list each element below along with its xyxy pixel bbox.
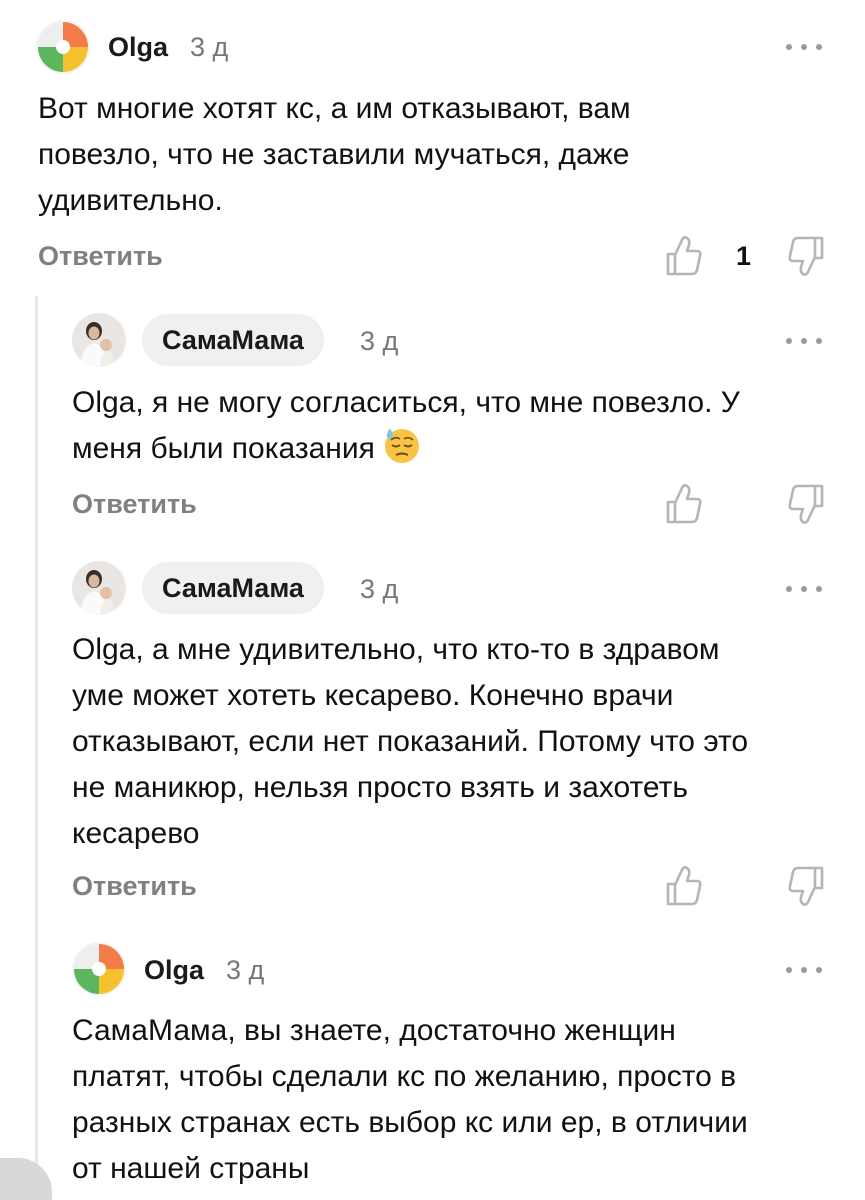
comment-author[interactable]: СамаМама bbox=[142, 314, 324, 366]
comment-date: 3 д bbox=[190, 32, 229, 62]
samamama-avatar-icon[interactable] bbox=[72, 561, 126, 615]
comment-text: Olga, а мне удивительно, что кто-то в зд… bbox=[72, 627, 842, 857]
thumbs-down-icon[interactable] bbox=[786, 234, 826, 278]
thumbs-down-icon[interactable] bbox=[786, 864, 826, 908]
thumbs-up-icon[interactable] bbox=[664, 234, 704, 278]
comment-text-line: отказывают, если нет показаний. Потому ч… bbox=[72, 725, 749, 758]
comment-text-segment: меня были показания bbox=[72, 432, 375, 465]
comment-date: 3 д bbox=[360, 326, 399, 356]
scroll-overlay-corner bbox=[0, 1158, 52, 1200]
thumbs-up-icon[interactable] bbox=[664, 482, 704, 526]
reply-button[interactable]: Ответить bbox=[72, 489, 197, 520]
olga-avatar-icon[interactable] bbox=[36, 20, 90, 74]
comment-text-line: удивительно. bbox=[38, 184, 223, 217]
thumbs-up-icon[interactable] bbox=[664, 864, 704, 908]
thumbs-down-icon[interactable] bbox=[786, 482, 826, 526]
comment-text: Olga, я не могу согласиться, что мне пов… bbox=[72, 380, 842, 472]
comment-text-line: Вот многие хотят кс, а им отказывают, ва… bbox=[38, 92, 631, 125]
comment-text-line: не маникюр, нельзя просто взять и захоте… bbox=[72, 771, 688, 804]
comment-text-line: Olga, я не могу согласиться, что мне пов… bbox=[72, 386, 740, 419]
more-options-icon[interactable] bbox=[786, 42, 822, 52]
comment-author[interactable]: СамаМама bbox=[142, 562, 324, 614]
comment-author[interactable]: Olga bbox=[108, 32, 168, 63]
reply-button[interactable]: Ответить bbox=[72, 871, 197, 902]
comment-text-line: Olga, а мне удивительно, что кто-то в зд… bbox=[72, 633, 720, 666]
reply-button[interactable]: Ответить bbox=[38, 241, 163, 272]
downcast-face-with-sweat-emoji-icon bbox=[383, 426, 421, 464]
comment-text-line: платят, чтобы сделали кс по желанию, про… bbox=[72, 1060, 737, 1093]
comment-text: СамаМама, вы знаете, достаточно женщин п… bbox=[72, 1008, 842, 1192]
comment-text-line: кесарево bbox=[72, 817, 200, 850]
comment-text-line: СамаМама, вы знаете, достаточно женщин bbox=[72, 1014, 676, 1047]
more-options-icon[interactable] bbox=[786, 584, 822, 594]
comment-text-line: от нашей страны bbox=[72, 1152, 310, 1185]
comment-text: Вот многие хотят кс, а им отказывают, ва… bbox=[38, 86, 838, 224]
more-options-icon[interactable] bbox=[786, 965, 822, 975]
comment-author[interactable]: Olga bbox=[144, 955, 204, 986]
more-options-icon[interactable] bbox=[786, 336, 822, 346]
like-count: 1 bbox=[736, 241, 752, 271]
comment-text-line: повезло, что не заставили мучаться, даже bbox=[38, 138, 630, 171]
olga-avatar-icon[interactable] bbox=[72, 942, 126, 996]
comment-date: 3 д bbox=[226, 955, 265, 985]
comment-text-line: разных странах есть выбор кс или ер, в о… bbox=[72, 1106, 748, 1139]
comment-text-line: меня были показания bbox=[72, 426, 842, 472]
thread-line bbox=[35, 296, 38, 1200]
comment-date: 3 д bbox=[360, 574, 399, 604]
comment-text-line: уме может хотеть кесарево. Конечно врачи bbox=[72, 679, 674, 712]
samamama-avatar-icon[interactable] bbox=[72, 313, 126, 367]
